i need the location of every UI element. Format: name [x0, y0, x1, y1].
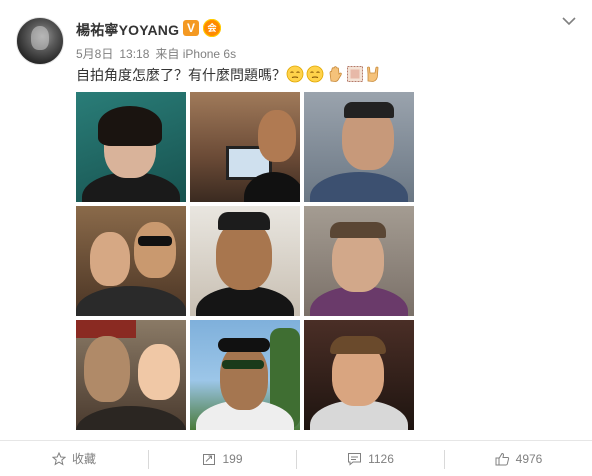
frame-emoji-icon [347, 66, 363, 82]
photo-4[interactable] [76, 206, 186, 316]
post-time[interactable]: 13:18 [119, 47, 149, 61]
comment-count: 1126 [368, 451, 394, 466]
comment-button[interactable]: 1126 [297, 441, 444, 476]
verified-badge: V [183, 20, 199, 36]
chevron-down-icon[interactable] [562, 14, 576, 28]
repost-count: 199 [222, 451, 243, 466]
photo-1[interactable] [76, 92, 186, 202]
favorite-label: 收藏 [71, 452, 96, 466]
photo-grid [76, 92, 415, 431]
post-text: 自拍角度怎麼了？有什麼問題嗎？ [76, 67, 286, 83]
post-source[interactable]: 来自 iPhone 6s [155, 47, 236, 61]
photo-6[interactable] [304, 206, 414, 316]
photo-9[interactable] [304, 320, 414, 430]
photo-2[interactable] [190, 92, 300, 202]
photo-5[interactable] [190, 206, 300, 316]
post-date[interactable]: 5月8日 [76, 47, 113, 61]
photo-7[interactable] [76, 320, 186, 430]
repost-icon [203, 453, 216, 465]
vip-badge: 会 [203, 19, 221, 37]
repost-button[interactable]: 199 [149, 441, 296, 476]
username[interactable]: 楊祐寧YOYANG [76, 20, 179, 40]
rock-hand-emoji-icon [367, 66, 379, 82]
photo-3[interactable] [304, 92, 414, 202]
star-icon [51, 451, 66, 465]
raised-hand-emoji-icon [329, 66, 342, 82]
like-count: 4976 [515, 451, 543, 466]
photo-8[interactable] [190, 320, 300, 430]
like-button[interactable]: 4976 [445, 441, 592, 476]
pensive-face-emoji-icon [286, 65, 304, 83]
user-avatar[interactable] [16, 17, 64, 65]
pensive-face-emoji-icon [306, 65, 324, 83]
post-meta: 5月8日 13:18 来自 iPhone 6s [76, 45, 242, 62]
comment-icon [348, 452, 362, 466]
favorite-button[interactable]: 收藏 [0, 441, 148, 476]
thumbs-up-icon [495, 452, 509, 465]
weibo-post-card: 楊祐寧YOYANG V 会 5月8日 13:18 来自 iPhone 6s 自拍角度… [0, 0, 592, 476]
